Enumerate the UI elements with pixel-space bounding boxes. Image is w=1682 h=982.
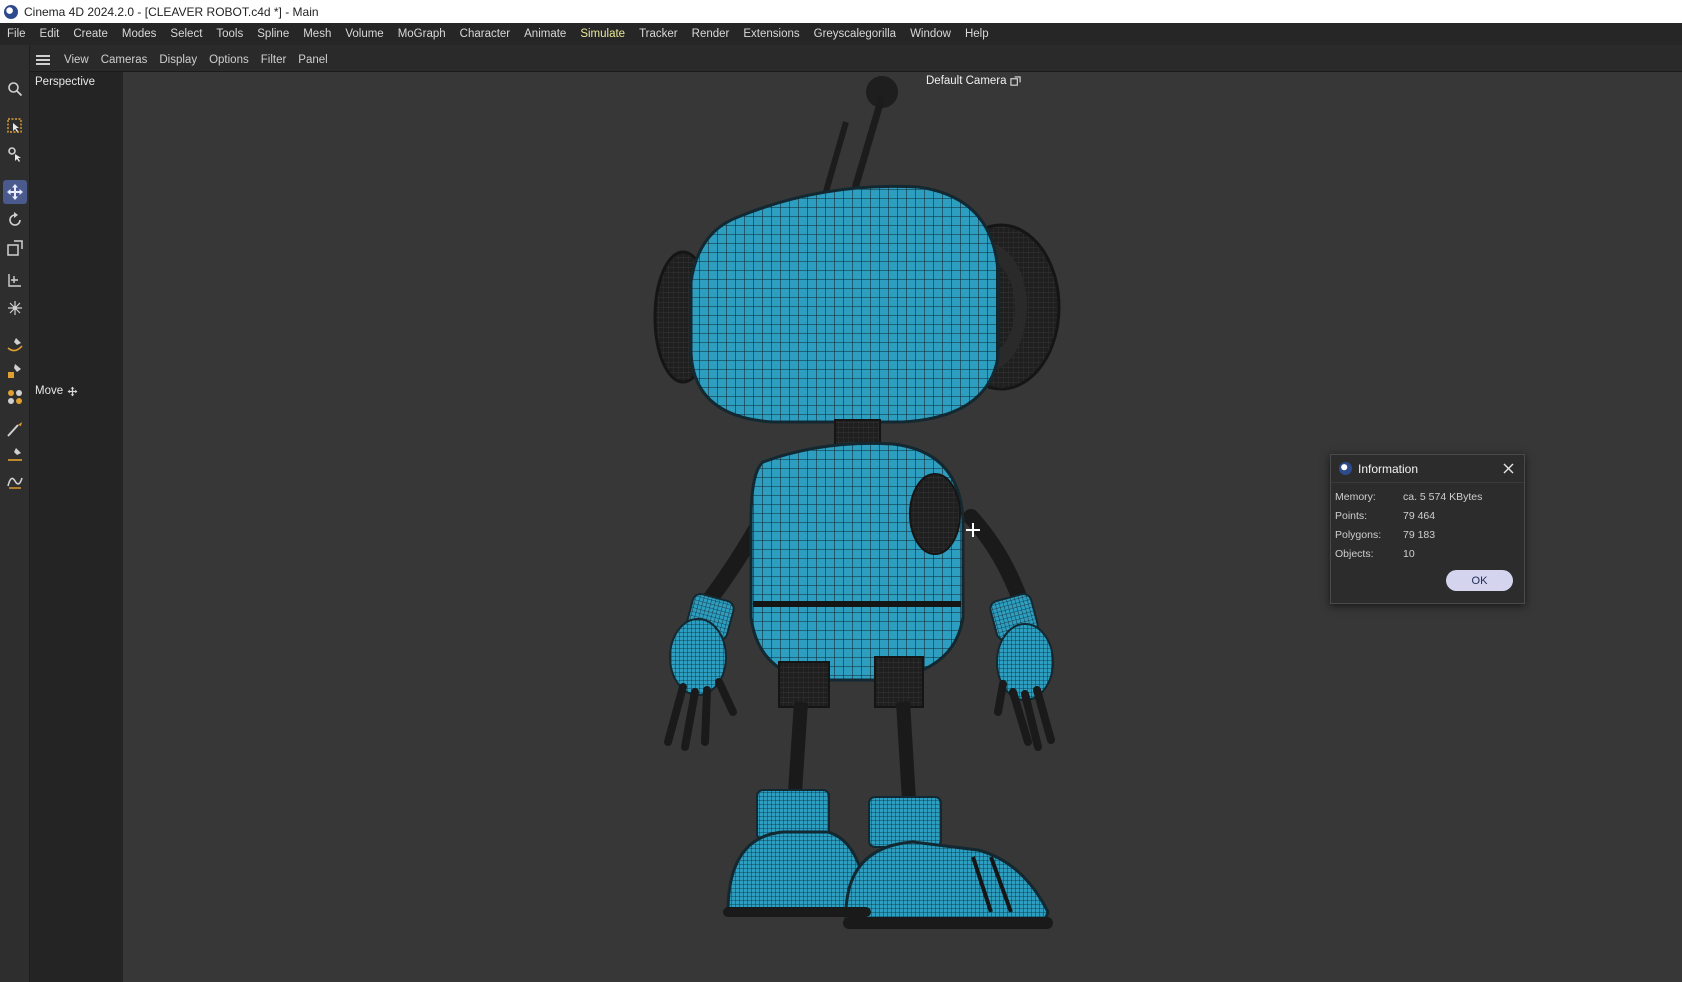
- axis-icon[interactable]: [3, 268, 27, 292]
- row-label: Polygons:: [1335, 528, 1382, 541]
- row-value: 10: [1403, 547, 1415, 560]
- dialog-title: Information: [1358, 461, 1419, 476]
- spline-draw-icon[interactable]: [3, 469, 27, 493]
- menu-greyscalegorilla[interactable]: Greyscalegorilla: [807, 23, 903, 45]
- row-value: ca. 5 574 KBytes: [1403, 490, 1483, 503]
- live-selection-icon[interactable]: [3, 114, 27, 138]
- viewport-menu-bar: View Cameras Display Options Filter Pane…: [30, 48, 1682, 72]
- title-bar: Cinema 4D 2024.2.0 - [CLEAVER ROBOT.c4d …: [0, 0, 1682, 23]
- menu-edit[interactable]: Edit: [33, 23, 67, 45]
- viewport-label: Perspective: [35, 76, 96, 88]
- menu-extensions[interactable]: Extensions: [736, 23, 806, 45]
- row-label: Memory:: [1335, 490, 1376, 503]
- dialog-row-points: Points: 79 464: [1331, 506, 1524, 525]
- tweak-icon[interactable]: [3, 142, 27, 166]
- menu-tracker[interactable]: Tracker: [632, 23, 685, 45]
- move-icon[interactable]: [3, 180, 27, 204]
- menu-bar: File Edit Create Modes Select Tools Spli…: [0, 23, 1682, 45]
- menu-window[interactable]: Window: [903, 23, 958, 45]
- scale-icon[interactable]: [3, 236, 27, 260]
- spline-sketch-icon[interactable]: [3, 359, 27, 383]
- viewport-left-panel: [30, 72, 123, 982]
- menu-volume[interactable]: Volume: [338, 23, 390, 45]
- dialog-header: Information: [1331, 455, 1524, 483]
- menu-select[interactable]: Select: [163, 23, 209, 45]
- hamburger-icon[interactable]: [36, 54, 50, 65]
- menu-animate[interactable]: Animate: [517, 23, 573, 45]
- menu-create[interactable]: Create: [66, 23, 115, 45]
- ok-button[interactable]: OK: [1446, 570, 1513, 591]
- camera-selector[interactable]: Default Camera: [926, 75, 1021, 87]
- spline-arc-icon[interactable]: [3, 443, 27, 467]
- row-label: Objects:: [1335, 547, 1374, 560]
- dialog-row-memory: Memory: ca. 5 574 KBytes: [1331, 487, 1524, 506]
- menu-simulate[interactable]: Simulate: [573, 23, 632, 45]
- row-label: Points:: [1335, 509, 1368, 522]
- row-value: 79 464: [1403, 509, 1436, 522]
- dialog-row-polygons: Polygons: 79 183: [1331, 525, 1524, 544]
- window-title: Cinema 4D 2024.2.0 - [CLEAVER ROBOT.c4d …: [24, 4, 319, 19]
- camera-name: Default Camera: [926, 75, 1007, 87]
- menu-spline[interactable]: Spline: [250, 23, 296, 45]
- spline-pen-icon[interactable]: [3, 333, 27, 357]
- transform-icon[interactable]: [3, 296, 27, 320]
- viewport-menu-options[interactable]: Options: [203, 48, 255, 72]
- brush-icon[interactable]: [3, 417, 27, 441]
- move-small-icon: [67, 386, 78, 396]
- tool-palette: [0, 45, 30, 982]
- cinema4d-logo-icon: [1339, 462, 1352, 475]
- spline-smooth-icon[interactable]: [3, 385, 27, 409]
- menu-mesh[interactable]: Mesh: [296, 23, 338, 45]
- menu-file[interactable]: File: [0, 23, 33, 45]
- menu-character[interactable]: Character: [453, 23, 518, 45]
- viewport-menu-view[interactable]: View: [58, 48, 95, 72]
- row-value: 79 183: [1403, 528, 1436, 541]
- rotate-icon[interactable]: [3, 208, 27, 232]
- viewport-menu-panel[interactable]: Panel: [292, 48, 333, 72]
- viewport-menu-cameras[interactable]: Cameras: [95, 48, 154, 72]
- menu-render[interactable]: Render: [685, 23, 737, 45]
- viewport-menu-filter[interactable]: Filter: [255, 48, 293, 72]
- information-dialog: Information Memory: ca. 5 574 KBytes Poi…: [1330, 454, 1525, 604]
- camera-link-icon: [1009, 75, 1021, 86]
- menu-help[interactable]: Help: [958, 23, 996, 45]
- dialog-row-objects: Objects: 10: [1331, 544, 1524, 563]
- close-icon[interactable]: [1496, 457, 1520, 481]
- active-tool-name: Move: [35, 385, 64, 397]
- menu-tools[interactable]: Tools: [209, 23, 250, 45]
- menu-mograph[interactable]: MoGraph: [391, 23, 453, 45]
- viewport-menu-display[interactable]: Display: [153, 48, 203, 72]
- active-tool-hint: Move: [35, 385, 78, 397]
- search-icon[interactable]: [3, 77, 27, 101]
- cinema4d-logo-icon: [4, 4, 18, 19]
- menu-modes[interactable]: Modes: [115, 23, 164, 45]
